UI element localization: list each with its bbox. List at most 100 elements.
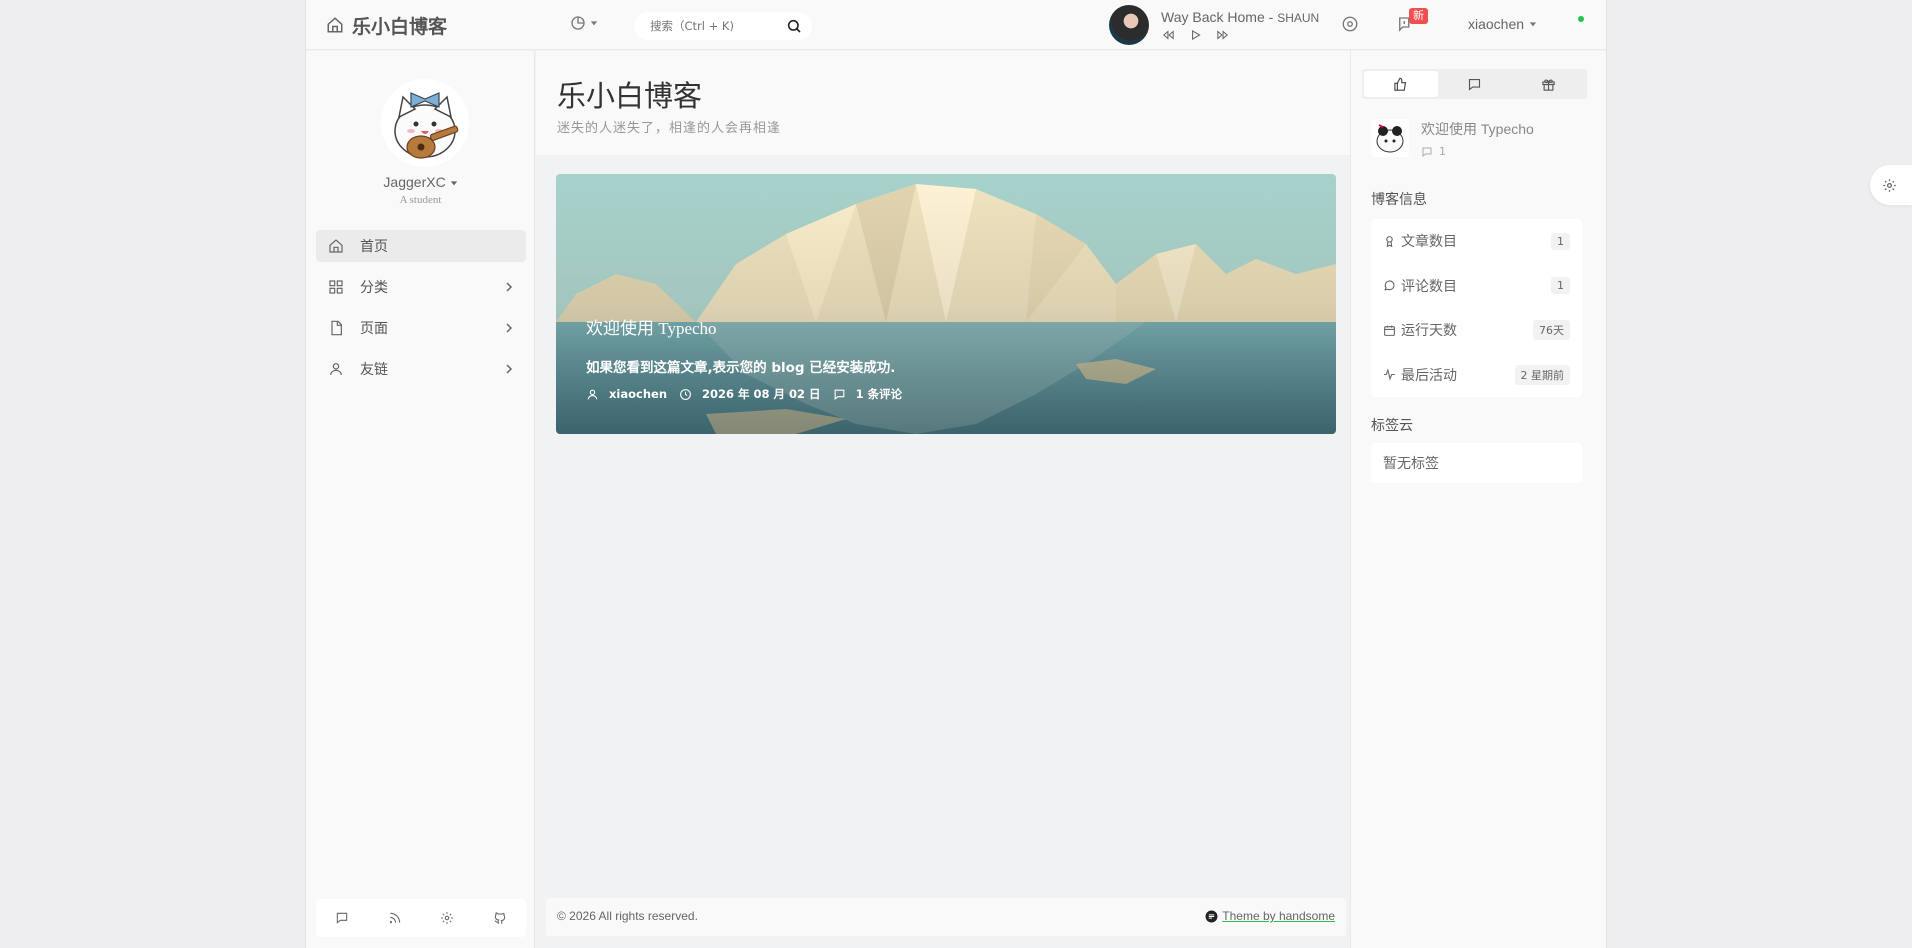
tab-random[interactable] [1511, 71, 1585, 97]
info-value: 1 [1551, 232, 1570, 250]
search-box[interactable] [634, 12, 812, 40]
song-separator: - [1264, 8, 1278, 25]
tag-cloud-empty: 暂无标签 [1383, 456, 1439, 472]
nav-label: 友链 [360, 362, 388, 378]
tab-comments[interactable] [1438, 71, 1512, 97]
activity-icon [1384, 368, 1395, 381]
file-icon [331, 320, 342, 336]
left-sidebar: JaggerXC A student 首页 分类 页面 友链 [306, 51, 535, 948]
tag-cloud-heading: 标签云 [1371, 418, 1413, 434]
previous-icon[interactable] [1161, 28, 1176, 42]
rss-icon[interactable] [388, 911, 402, 925]
page-footer: © 2026 All rights reserved. Theme by han… [546, 898, 1346, 936]
sidebar-nav: 首页 分类 页面 友链 [316, 230, 526, 394]
user-menu[interactable]: xiaochen [1468, 16, 1537, 32]
avatar-image [381, 79, 469, 167]
nav-label: 首页 [360, 239, 388, 255]
page-title: 乐小白博客 [557, 81, 703, 113]
theme-credit: Theme by handsome [1205, 909, 1335, 923]
tab-popular[interactable] [1364, 71, 1438, 97]
info-row-comments: 评论数目 1 [1371, 264, 1582, 309]
nav-item-category[interactable]: 分类 [316, 271, 526, 303]
message-circle-icon [1384, 280, 1395, 291]
search-input[interactable] [650, 19, 780, 33]
settings-icon[interactable] [440, 911, 454, 925]
post-meta: xiaochen 2026 年 08 月 02 日 1 条评论 [586, 386, 914, 402]
song-name: Way Back Home [1161, 8, 1265, 25]
theme-logo-icon [1205, 910, 1218, 922]
post-date: 2026 年 08 月 02 日 [702, 387, 821, 401]
nav-label: 分类 [360, 280, 388, 296]
song-artist: SHAUN [1277, 10, 1320, 25]
recent-post-thumbnail [1371, 119, 1409, 157]
user-name: xiaochen [1468, 16, 1525, 32]
brand-name: 乐小白博客 [352, 15, 448, 38]
nav-item-home[interactable]: 首页 [316, 230, 526, 262]
user-icon [330, 363, 342, 376]
album-cover[interactable] [1109, 5, 1149, 45]
nav-item-pages[interactable]: 页面 [316, 312, 526, 344]
brand-link[interactable]: 乐小白博客 [326, 0, 447, 50]
app-container: 乐小白博客 Way Back Home - SHAUN [305, 0, 1607, 948]
page-subtitle: 迷失的人迷失了，相逢的人会再相逢 [557, 121, 782, 136]
pie-chart-icon [571, 16, 585, 30]
info-label: 评论数目 [1401, 278, 1457, 295]
post-comments[interactable]: 1 条评论 [856, 386, 903, 402]
settings-float-button[interactable] [1870, 165, 1912, 205]
profile-name: JaggerXC [383, 174, 446, 190]
award-icon [1386, 235, 1393, 248]
recent-post-title: 欢迎使用 Typecho [1421, 121, 1534, 137]
user-icon [587, 389, 598, 399]
nav-label: 页面 [360, 321, 388, 337]
thumbs-up-icon [1394, 77, 1407, 91]
info-value: 1 [1551, 277, 1570, 295]
top-navbar: 乐小白博客 Way Back Home - SHAUN [306, 0, 1606, 50]
post-author[interactable]: xiaochen [609, 387, 667, 401]
post-card[interactable]: 欢迎使用 Typecho 如果您看到这篇文章,表示您的 blog 已经安装成功.… [556, 174, 1336, 434]
info-label: 运行天数 [1401, 323, 1457, 340]
nav-item-links[interactable]: 友链 [316, 353, 526, 385]
profile-avatar[interactable] [381, 79, 469, 167]
right-sidebar: 欢迎使用 Typecho 1 博客信息 文章数目 1 评论数目 1 运行天数 7… [1350, 51, 1606, 948]
grid-icon [329, 280, 343, 294]
info-row-posts: 文章数目 1 [1371, 219, 1582, 264]
theme-mode-toggle[interactable] [570, 15, 598, 31]
profile-subtitle: A student [399, 194, 442, 206]
player-controls [1161, 28, 1319, 42]
home-icon [327, 17, 343, 33]
search-icon[interactable] [786, 18, 802, 34]
gift-icon [1541, 78, 1555, 91]
comment-icon[interactable] [335, 911, 349, 925]
sidebar-footer-toolbar [316, 899, 526, 937]
next-icon[interactable] [1215, 28, 1230, 42]
github-icon[interactable] [493, 911, 507, 925]
profile-name-dropdown[interactable]: JaggerXC [306, 174, 535, 190]
info-label: 最后活动 [1401, 367, 1457, 384]
play-icon[interactable] [1188, 28, 1203, 42]
recent-post-item[interactable]: 欢迎使用 Typecho 1 [1371, 119, 1534, 158]
home-icon [329, 239, 343, 253]
online-status-dot [1578, 16, 1584, 22]
gear-icon [1883, 178, 1896, 192]
blog-info-heading: 博客信息 [1371, 192, 1427, 208]
comment-icon [1468, 78, 1481, 91]
info-value: 76天 [1533, 320, 1570, 341]
song-title: Way Back Home - SHAUN [1161, 9, 1319, 25]
copyright-text: © 2026 All rights reserved. [557, 909, 698, 923]
info-value: 2 星期前 [1514, 364, 1570, 385]
info-label: 文章数目 [1401, 234, 1457, 251]
caret-down-icon [1529, 22, 1537, 27]
chevron-right-icon [506, 282, 513, 292]
post-excerpt: 如果您看到这篇文章,表示您的 blog 已经安装成功. [586, 360, 896, 376]
info-row-last-activity: 最后活动 2 星期前 [1371, 353, 1582, 398]
target-icon[interactable] [1341, 15, 1359, 33]
caret-down-icon [450, 181, 457, 186]
blog-info-list: 文章数目 1 评论数目 1 运行天数 76天 最后活动 2 星期前 [1371, 219, 1582, 397]
theme-link[interactable]: Theme by handsome [1222, 909, 1335, 923]
music-player: Way Back Home - SHAUN [1109, 5, 1319, 45]
post-title[interactable]: 欢迎使用 Typecho [586, 314, 717, 339]
calendar-icon [1384, 325, 1395, 336]
main-header: 乐小白博客 迷失的人迷失了，相逢的人会再相逢 [536, 51, 1350, 155]
info-row-days: 运行天数 76天 [1371, 308, 1582, 353]
recent-post-comment-count: 1 [1439, 145, 1446, 158]
